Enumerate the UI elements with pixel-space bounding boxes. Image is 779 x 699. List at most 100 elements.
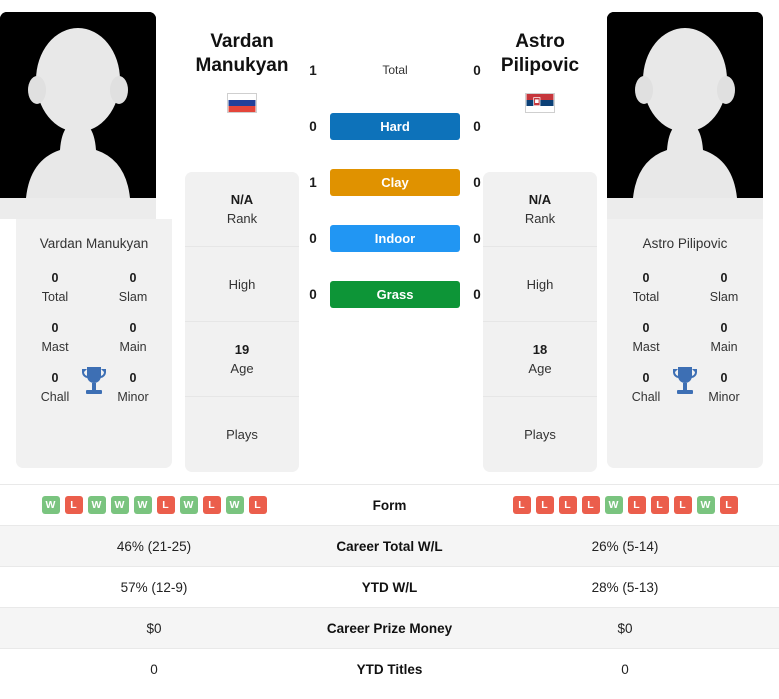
h2h-grass-left-score: 0 [309,286,317,302]
career-prize-money-left: $0 [146,620,162,636]
info-plays-right: Plays [524,427,556,442]
player-first-name-right: Astro [515,31,565,52]
row-label-form: Form [372,497,407,513]
table-row-ytd-wl: 57% (12-9) YTD W/L 28% (5-13) [0,566,779,607]
form-badge-left-2[interactable]: W [87,496,106,514]
h2h-clay-right-score: 0 [473,174,481,190]
h2h-row-indoor: 0 Indoor 0 [300,224,490,252]
h2h-row-clay: 1 Clay 0 [300,168,490,196]
titles-row-total-slam-left: 0 Total 0 Slam [24,269,164,307]
player-name-right-small: Astro Pilipovic [642,236,728,251]
ytd-titles-left: 0 [150,661,158,677]
trophy-icon [82,367,106,394]
titles-minor-right: 0 Minor [708,371,740,404]
flag-russia-icon [227,93,257,113]
player-silhouette-icon [607,12,763,219]
table-row-career-prize-money: $0 Career Prize Money $0 [0,607,779,648]
form-left: WLWWWLWLWL [0,496,296,514]
form-badge-right-8[interactable]: W [696,496,715,514]
form-badge-right-4[interactable]: W [604,496,623,514]
titles-grid-right: 0 Total 0 Slam 0 Mast 0 Main 0 Chall 0 M… [607,269,763,407]
titles-slam-left: 0 Slam [118,271,148,304]
h2h-total-right-score: 0 [473,62,481,78]
form-badge-right-9[interactable]: L [719,496,738,514]
player-avatar-left [0,12,156,219]
trophy-icon [673,367,697,394]
player-silhouette-icon [0,12,156,219]
form-badge-left-7[interactable]: L [202,496,221,514]
titles-grid-left: 0 Total 0 Slam 0 Mast 0 Main 0 Chall 0 M… [16,269,172,407]
h2h-surface-rows: 0 Hard 0 1 Clay 0 0 Indoor 0 0 Grass 0 [300,112,490,308]
comparison-header: Vardan Manukyan 0 Total 0 Slam 0 Mast 0 … [0,0,779,478]
ytd-wl-right: 28% (5-13) [591,579,659,595]
form-badge-left-9[interactable]: L [248,496,267,514]
player-comparison-page: Vardan Manukyan 0 Total 0 Slam 0 Mast 0 … [0,0,779,699]
form-badge-right-0[interactable]: L [512,496,531,514]
h2h-total-label: Total [382,63,408,77]
player-info-panel-right: N/A Rank High 18 Age Plays [483,172,597,472]
form-badge-right-5[interactable]: L [627,496,646,514]
titles-main-left: 0 Main [119,321,147,354]
surface-pill-grass[interactable]: Grass [330,280,460,308]
player-titles-panel-right: Astro Pilipovic 0 Total 0 Slam 0 Mast 0 … [607,219,763,468]
form-badge-right-1[interactable]: L [535,496,554,514]
info-age-right: 18 Age [483,322,597,397]
surface-pill-clay[interactable]: Clay [330,168,460,196]
form-badge-right-3[interactable]: L [581,496,600,514]
titles-total-right: 0 Total [632,271,660,304]
info-high-right: High [483,247,597,322]
h2h-indoor-right-score: 0 [473,230,481,246]
info-rank-right: N/A Rank [483,172,597,247]
form-badge-left-5[interactable]: L [156,496,175,514]
info-plays-left: Plays [226,427,258,442]
player-last-name-right: Pilipovic [500,55,580,76]
form-badge-left-8[interactable]: W [225,496,244,514]
h2h-total-left-score: 1 [309,62,317,78]
table-row-form: WLWWWLWLWL Form LLLLWLLLWL [0,484,779,525]
surface-pill-hard[interactable]: Hard [330,112,460,140]
ytd-wl-left: 57% (12-9) [120,579,188,595]
titles-mast-right: 0 Mast [632,321,660,354]
form-badge-right-7[interactable]: L [673,496,692,514]
h2h-row-grass: 0 Grass 0 [300,280,490,308]
head-to-head: 1 Total 0 0 Hard 0 1 Clay 0 0 Indoor 0 0 Grass 0 [300,56,490,308]
ytd-titles-right: 0 [621,661,629,677]
player-first-name-left: Vardan [210,31,274,52]
stats-table: WLWWWLWLWL Form LLLLWLLLWL 46% (21-25) C… [0,484,779,689]
player-info-panel-left: N/A Rank High 19 Age Plays [185,172,299,472]
titles-mast-left: 0 Mast [41,321,69,354]
flag-serbia-icon [525,93,555,113]
form-badge-left-0[interactable]: W [41,496,60,514]
career-total-wl-left: 46% (21-25) [116,538,192,554]
info-rank-left: N/A Rank [185,172,299,247]
player-avatar-right [607,12,763,219]
table-row-career-total-wl: 46% (21-25) Career Total W/L 26% (5-14) [0,525,779,566]
titles-row-mast-main-left: 0 Mast 0 Main [24,319,164,357]
h2h-indoor-left-score: 0 [309,230,317,246]
titles-main-right: 0 Main [710,321,738,354]
h2h-clay-left-score: 1 [309,174,317,190]
form-badge-left-1[interactable]: L [64,496,83,514]
form-badge-left-4[interactable]: W [133,496,152,514]
row-label-ytd-wl: YTD W/L [361,579,418,595]
titles-row-total-slam-right: 0 Total 0 Slam [615,269,755,307]
h2h-hard-left-score: 0 [309,118,317,134]
h2h-hard-right-score: 0 [473,118,481,134]
surface-pill-indoor[interactable]: Indoor [330,224,460,252]
form-badge-left-6[interactable]: W [179,496,198,514]
player-titles-panel-left: Vardan Manukyan 0 Total 0 Slam 0 Mast 0 … [16,219,172,468]
h2h-row-total: 1 Total 0 [300,56,490,84]
titles-row-mast-main-right: 0 Mast 0 Main [615,319,755,357]
player-last-name-left: Manukyan [195,55,289,76]
row-label-ytd-titles: YTD Titles [356,661,423,677]
row-label-career-prize-money: Career Prize Money [326,620,453,636]
player-name-left[interactable]: Vardan Manukyan [167,30,317,78]
titles-chall-right: 0 Chall [631,371,661,404]
row-label-career-total-wl: Career Total W/L [336,538,443,554]
form-badges-right: LLLLWLLLWL [483,496,767,514]
form-badge-right-6[interactable]: L [650,496,669,514]
titles-chall-left: 0 Chall [40,371,70,404]
form-badge-right-2[interactable]: L [558,496,577,514]
form-badge-left-3[interactable]: W [110,496,129,514]
player-name-left-small: Vardan Manukyan [39,236,149,251]
